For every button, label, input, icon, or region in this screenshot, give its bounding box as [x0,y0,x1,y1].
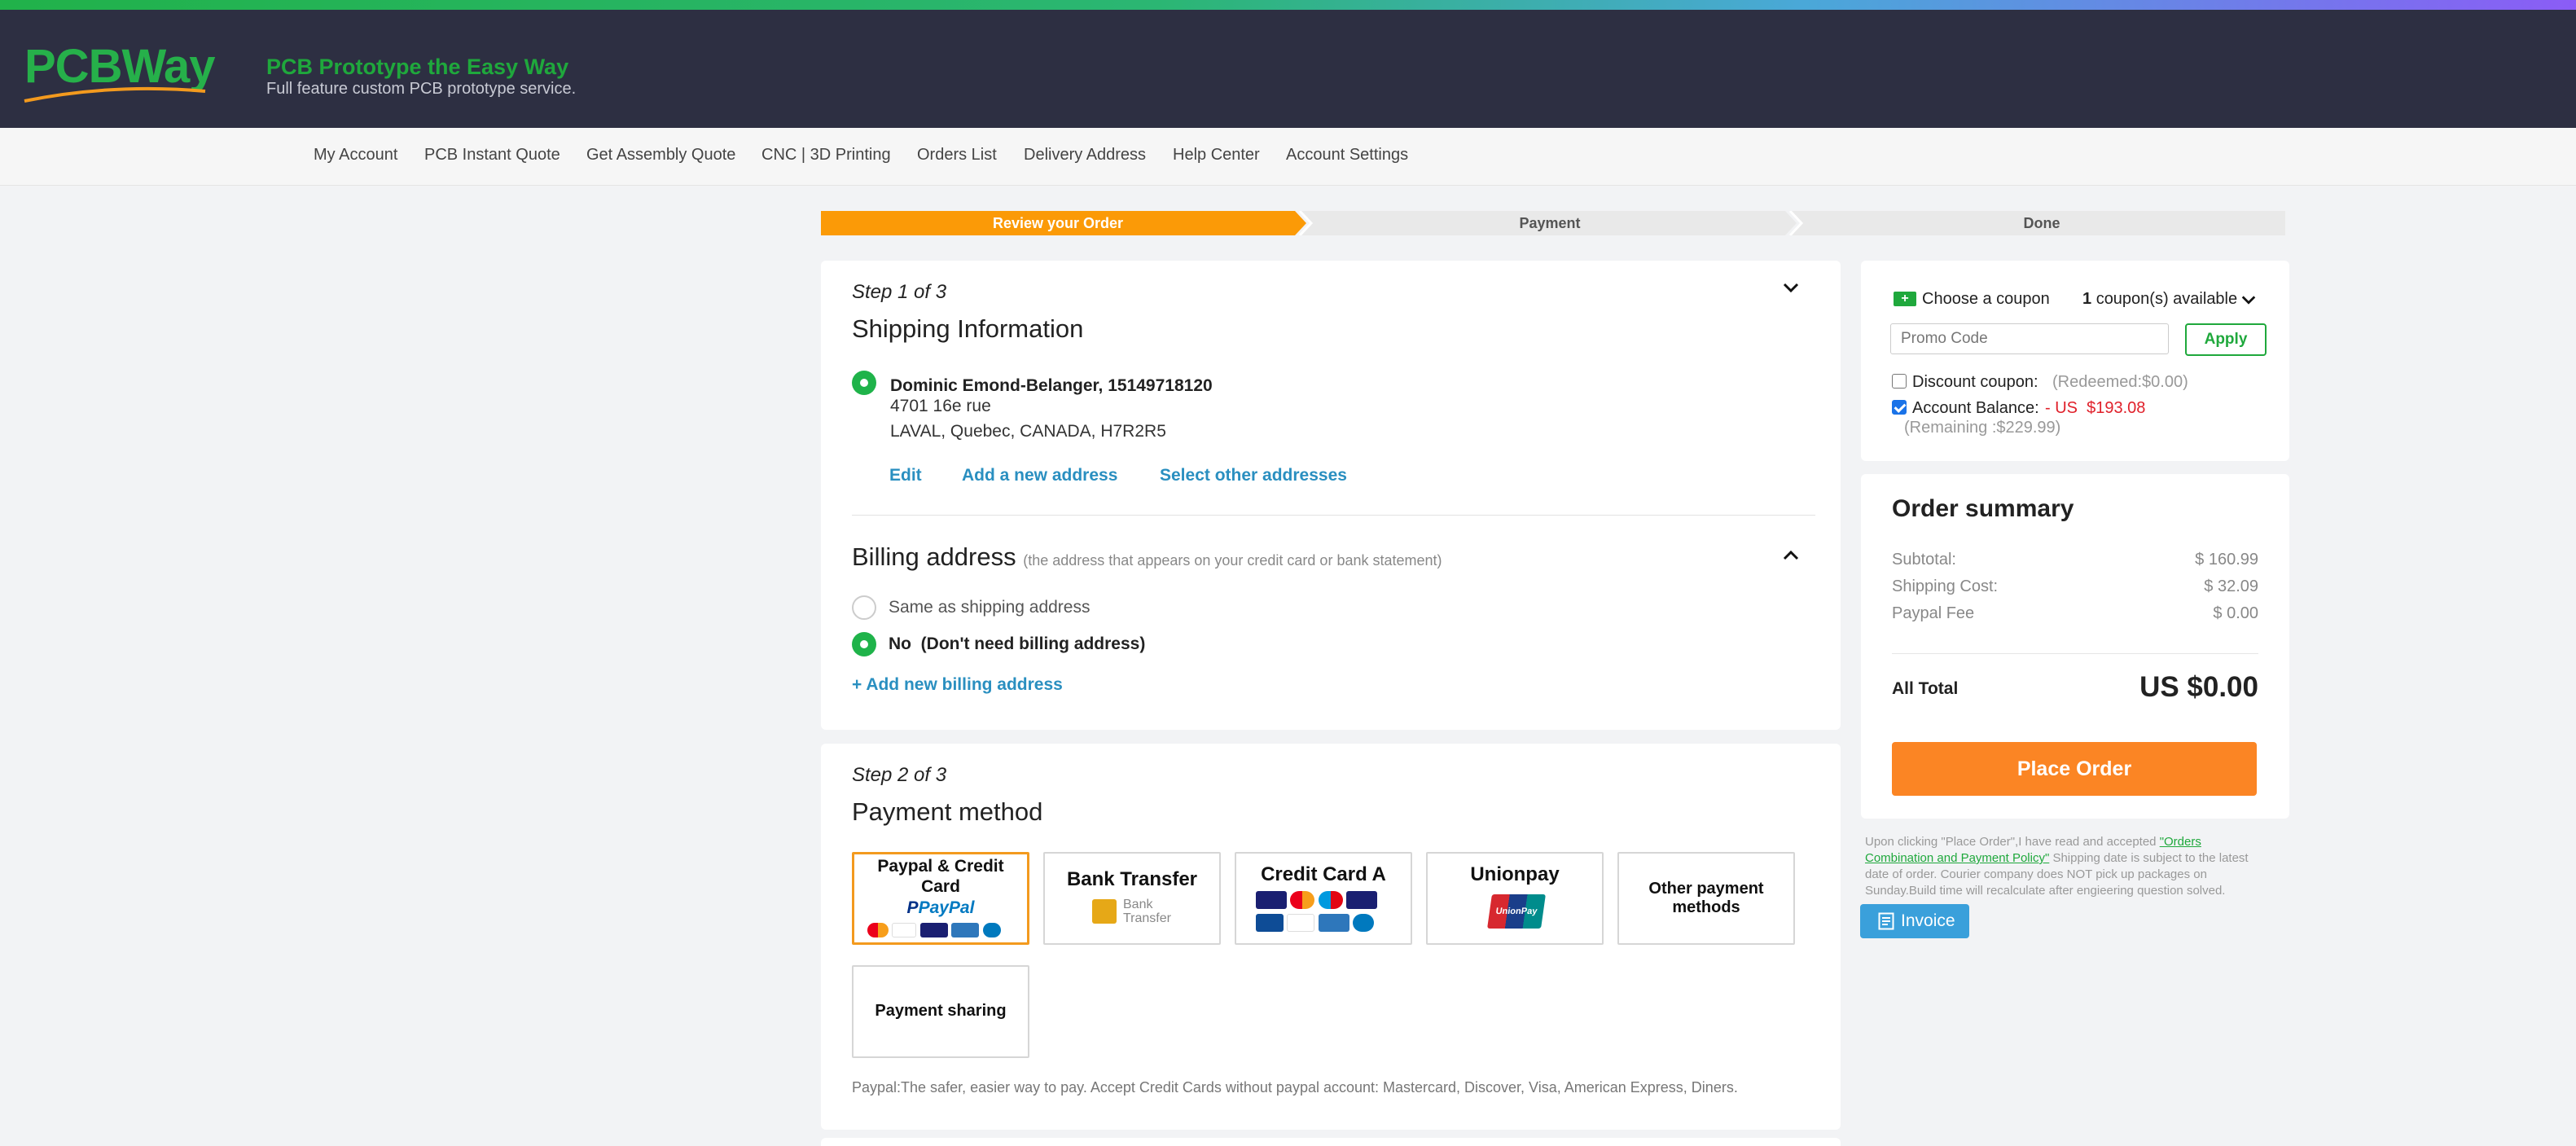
payment-option-bank-transfer[interactable]: Bank Transfer Bank Transfer [1043,852,1221,945]
progress-step-review: Review your Order [992,215,1124,231]
shipping-address-line1: 4701 16e rue [890,397,991,415]
billing-same-radio[interactable] [852,595,876,620]
payment-card: Step 2 of 3 Payment method Paypal & Cred… [821,744,1841,1130]
paypal-fee-value: $ 0.00 [2213,604,2258,622]
place-order-button[interactable]: Place Order [1892,742,2257,796]
notice-prefix: Upon clicking "Place Order",I have read … [1865,835,2160,849]
main-navigation: My Account PCB Instant Quote Get Assembl… [0,128,2576,186]
step-3-card-edge [821,1138,1841,1146]
step-1-label: Step 1 of 3 [852,281,947,303]
chevron-down-icon[interactable] [1782,279,1800,296]
coupon-card: + Choose a coupon 1 coupon(s) available … [1861,261,2289,461]
add-billing-address-link[interactable]: + Add new billing address [852,675,1063,695]
billing-none-radio[interactable] [852,632,876,656]
order-summary-title: Order summary [1892,495,2074,522]
shipping-cost-value: $ 32.09 [2204,577,2258,595]
site-header: PCBWay PCB Prototype the Easy Way Full f… [0,10,2576,128]
step-2-label: Step 2 of 3 [852,764,947,786]
nav-delivery-address[interactable]: Delivery Address [1024,146,1146,165]
payment-option-other[interactable]: Other payment methods [1617,852,1795,945]
card-brands-icon [867,923,1001,937]
logo-swoosh-icon [24,86,206,103]
select-other-addresses-link[interactable]: Select other addresses [1160,466,1347,485]
section-divider [852,515,1815,516]
nav-account-settings[interactable]: Account Settings [1286,146,1408,165]
billing-title: Billing address [852,542,1016,571]
payment-title: Payment method [852,797,1043,826]
slogan-subtitle: Full feature custom PCB prototype servic… [266,80,577,98]
paypal-tile-label: Paypal & Credit Card [877,857,1004,896]
payment-option-unionpay[interactable]: Unionpay UnionPay [1426,852,1604,945]
card-brands-row1-icon [1256,891,1378,909]
edit-address-link[interactable]: Edit [889,466,922,485]
slogan-title: PCB Prototype the Easy Way [266,55,569,79]
subtotal-value: $ 160.99 [2195,551,2258,569]
payment-description: Paypal:The safer, easier way to pay. Acc… [852,1079,1738,1096]
shipping-cost-label: Shipping Cost: [1892,577,1999,595]
checkout-progress: Review your Order Payment Done [821,211,2285,235]
billing-none-label[interactable]: No (Don't need billing address) [889,634,1145,654]
billing-note: (the address that appears on your credit… [1023,552,1442,569]
summary-divider [1892,653,2258,654]
bank-icon [1092,899,1117,924]
paypal-fee-label: Paypal Fee [1892,604,1975,622]
apply-promo-button[interactable]: Apply [2185,323,2267,356]
account-balance-label: Account Balance: [1912,399,2039,417]
choose-coupon-label[interactable]: Choose a coupon [1922,290,2050,309]
nav-orders-list[interactable]: Orders List [917,146,997,165]
discount-coupon-label: Discount coupon: [1912,373,2038,391]
subtotal-label: Subtotal: [1892,551,1956,569]
remaining-balance: (Remaining :$229.99) [1904,419,2061,437]
payment-option-paypal[interactable]: Paypal & Credit Card PPayPal [852,852,1029,945]
shipping-name-phone: Dominic Emond-Belanger, 15149718120 [890,376,1213,395]
nav-my-account[interactable]: My Account [314,146,397,165]
credit-card-tile-label: Credit Card A [1261,863,1386,885]
nav-pcb-instant-quote[interactable]: PCB Instant Quote [424,146,560,165]
progress-step-payment: Payment [1519,215,1581,231]
shipping-card: Step 1 of 3 Shipping Information Dominic… [821,261,1841,730]
invoice-button[interactable]: Invoice [1860,904,1969,938]
order-summary-card: Order summary Subtotal: $ 160.99 Shippin… [1861,474,2289,819]
discount-coupon-value: (Redeemed:$0.00) [2052,373,2188,391]
payment-sharing-tile-label: Payment sharing [875,1002,1007,1020]
all-total-label: All Total [1892,679,1959,698]
billing-same-label[interactable]: Same as shipping address [889,598,1090,617]
coupon-icon: + [1894,292,1916,306]
nav-help-center[interactable]: Help Center [1173,146,1260,165]
account-balance-checkbox[interactable] [1892,400,1907,415]
invoice-label: Invoice [1901,911,1955,930]
coupons-available[interactable]: 1 coupon(s) available [2082,290,2237,309]
order-notice: Upon clicking "Place Order",I have read … [1865,834,2272,899]
account-balance-value: - US $193.08 [2045,399,2146,417]
coupon-count: 1 [2082,290,2092,308]
coupon-count-suffix: coupon(s) available [2095,290,2238,308]
shipping-address-line2: LAVAL, Quebec, CANADA, H7R2R5 [890,422,1166,441]
billing-title-row: Billing address (the address that appear… [852,542,1442,572]
unionpay-tile-label: Unionpay [1470,863,1560,885]
bank-logo-text: Bank Transfer [1123,898,1171,925]
unionpay-logo: UnionPay [1487,894,1546,929]
coupon-dropdown-chevron-icon[interactable] [2240,292,2257,308]
nav-cnc-3d-printing[interactable]: CNC | 3D Printing [761,146,891,165]
document-icon [1878,912,1894,930]
other-payment-tile-label: Other payment methods [1648,880,1764,916]
paypal-logo: PPayPal [906,898,975,917]
promo-code-input[interactable] [1890,323,2169,354]
shipping-address-radio[interactable] [852,371,876,395]
card-brands-row2-icon [1256,914,1375,932]
payment-option-sharing[interactable]: Payment sharing [852,965,1029,1058]
progress-step-done: Done [2023,215,2060,231]
payment-option-credit-card[interactable]: Credit Card A [1235,852,1412,945]
discount-coupon-checkbox[interactable] [1892,374,1907,389]
nav-get-assembly-quote[interactable]: Get Assembly Quote [586,146,735,165]
shipping-title: Shipping Information [852,314,1084,343]
add-new-address-link[interactable]: Add a new address [962,466,1117,485]
top-gradient-bar [0,0,2576,10]
all-total-value: US $0.00 [2139,671,2258,703]
chevron-up-icon[interactable] [1782,547,1800,564]
bank-tile-label: Bank Transfer [1066,868,1198,890]
